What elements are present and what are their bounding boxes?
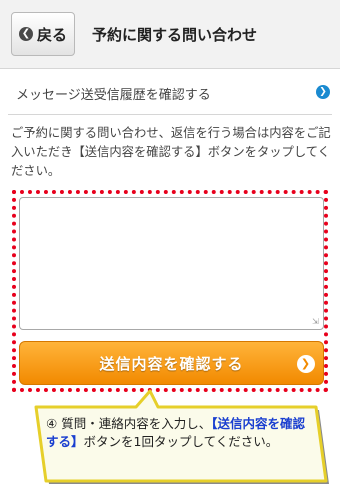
header-bar: ❮ 戻る 予約に関する問い合わせ [0,0,340,69]
step-number: ④ [46,416,58,431]
chevron-right-icon: ❯ [297,355,315,373]
annotation-text: ④ 質問・連絡内容を入力し、【送信内容を確認する】ボタンを1回タップしてください… [46,415,314,451]
message-history-link[interactable]: メッセージ送受信履歴を確認する ❯ [8,72,332,115]
annotation-part2: ボタンを1回タップしてください。 [83,434,279,449]
message-textarea[interactable] [19,197,324,330]
annotation-callout: ④ 質問・連絡内容を入力し、【送信内容を確認する】ボタンを1回タップしてください… [0,385,340,491]
resize-handle-icon[interactable]: ⇲ [312,318,320,326]
back-button-label: 戻る [36,25,67,44]
page-title: 予約に関する問い合わせ [92,26,258,44]
message-history-label: メッセージ送受信履歴を確認する [16,88,211,103]
annotation-part1: 質問・連絡内容を入力し、 [61,416,212,431]
back-button[interactable]: ❮ 戻る [11,12,75,56]
confirm-send-label: 送信内容を確認する [99,354,244,373]
chevron-right-icon: ❯ [316,85,330,99]
instruction-text: ご予約に関する問い合わせ、返信を行う場合は内容をご記入いただき【送信内容を確認す… [11,126,331,178]
confirm-send-button[interactable]: 送信内容を確認する ❯ [19,341,324,385]
chevron-left-icon: ❮ [18,27,33,41]
